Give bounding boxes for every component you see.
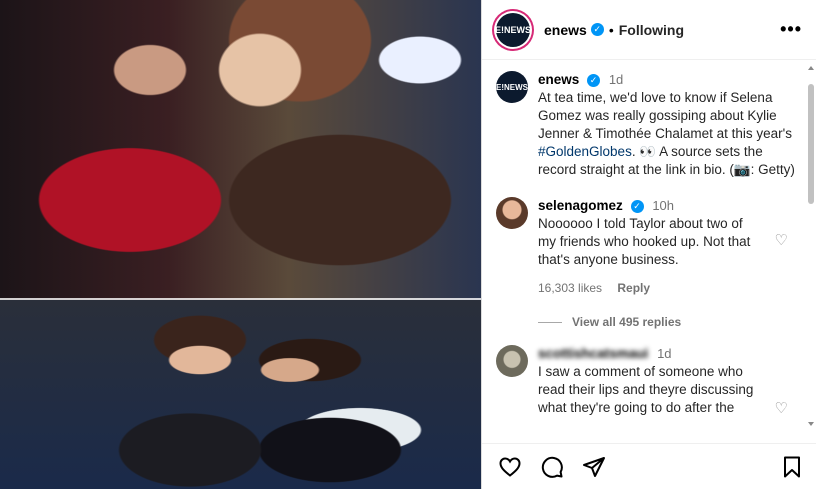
post-actions-bar [482,443,816,489]
comment-meta: 16,303 likes Reply [538,279,758,297]
comment-text: Noooooo I told Taylor about two of my fr… [538,216,751,267]
comment-time: 1d [657,346,672,361]
view-replies-button[interactable]: View all 495 replies [482,315,816,329]
avatar-logo-text: E!NEWS [495,24,531,35]
comment-heart-icon[interactable]: ♡ [775,399,788,417]
post-media[interactable] [0,0,481,489]
selenagomez-avatar[interactable] [496,197,528,229]
caption-time: 1d [608,72,624,87]
header-username[interactable]: enews [544,22,587,38]
hashtag-link[interactable]: #GoldenGlobes [538,144,632,159]
scroll-thumb[interactable] [808,84,814,204]
verified-icon: ✓ [587,73,601,87]
enews-avatar[interactable]: E!NEWS [495,12,531,47]
comment-time: 10h [652,198,675,213]
caption-text: At tea time, we'd love to know if Selena… [538,90,795,177]
scottishcatsmaui-avatar[interactable] [496,345,528,377]
heart-icon[interactable] [498,455,522,479]
scroll-up-arrow[interactable] [808,66,814,70]
scroll-down-arrow[interactable] [808,422,814,426]
instagram-post-view: E!NEWS enews ✓ • Following ••• E!NEWS en… [0,0,816,489]
more-options-icon[interactable]: ••• [780,19,802,40]
separator-dot: • [608,21,614,38]
caption-body: enews ✓ 1d At tea time, we'd love to kno… [538,71,802,179]
bookmark-icon[interactable] [780,455,804,479]
comment-icon[interactable] [540,455,564,479]
caption-avatar[interactable]: E!NEWS [496,71,528,103]
photo-bottom [0,300,481,489]
comment-username[interactable]: scottishcatsmaui [538,346,648,361]
comment-likes[interactable]: 16,303 likes [538,281,602,295]
scrollbar[interactable] [808,66,814,426]
comment-heart-icon[interactable]: ♡ [775,231,788,249]
caption-username[interactable]: enews [538,72,579,87]
post-side-panel: E!NEWS enews ✓ • Following ••• E!NEWS en… [481,0,816,489]
view-replies-label: View all 495 replies [572,315,682,329]
post-header: E!NEWS enews ✓ • Following ••• [482,0,816,60]
comment-text: I saw a comment of someone who read thei… [538,364,754,415]
post-caption: E!NEWS enews ✓ 1d At tea time, we'd love… [482,61,816,179]
photo-top [0,0,481,300]
comment-username[interactable]: selenagomez [538,198,623,213]
share-icon[interactable] [582,455,606,479]
comment-body: selenagomez ✓ 10h Noooooo I told Taylor … [538,197,802,297]
comment-body: scottishcatsmaui 1d I saw a comment of s… [538,345,802,417]
comment-item: scottishcatsmaui 1d I saw a comment of s… [482,345,816,417]
following-button[interactable]: Following [619,22,684,38]
caption-avatar-text: E!NEWS [496,82,528,92]
comment-item: selenagomez ✓ 10h Noooooo I told Taylor … [482,197,816,297]
replies-line [538,321,562,323]
reply-button[interactable]: Reply [617,281,650,295]
verified-icon: ✓ [590,23,604,36]
comments-scroll-area[interactable]: E!NEWS enews ✓ 1d At tea time, we'd love… [482,61,816,443]
verified-icon: ✓ [630,199,644,213]
